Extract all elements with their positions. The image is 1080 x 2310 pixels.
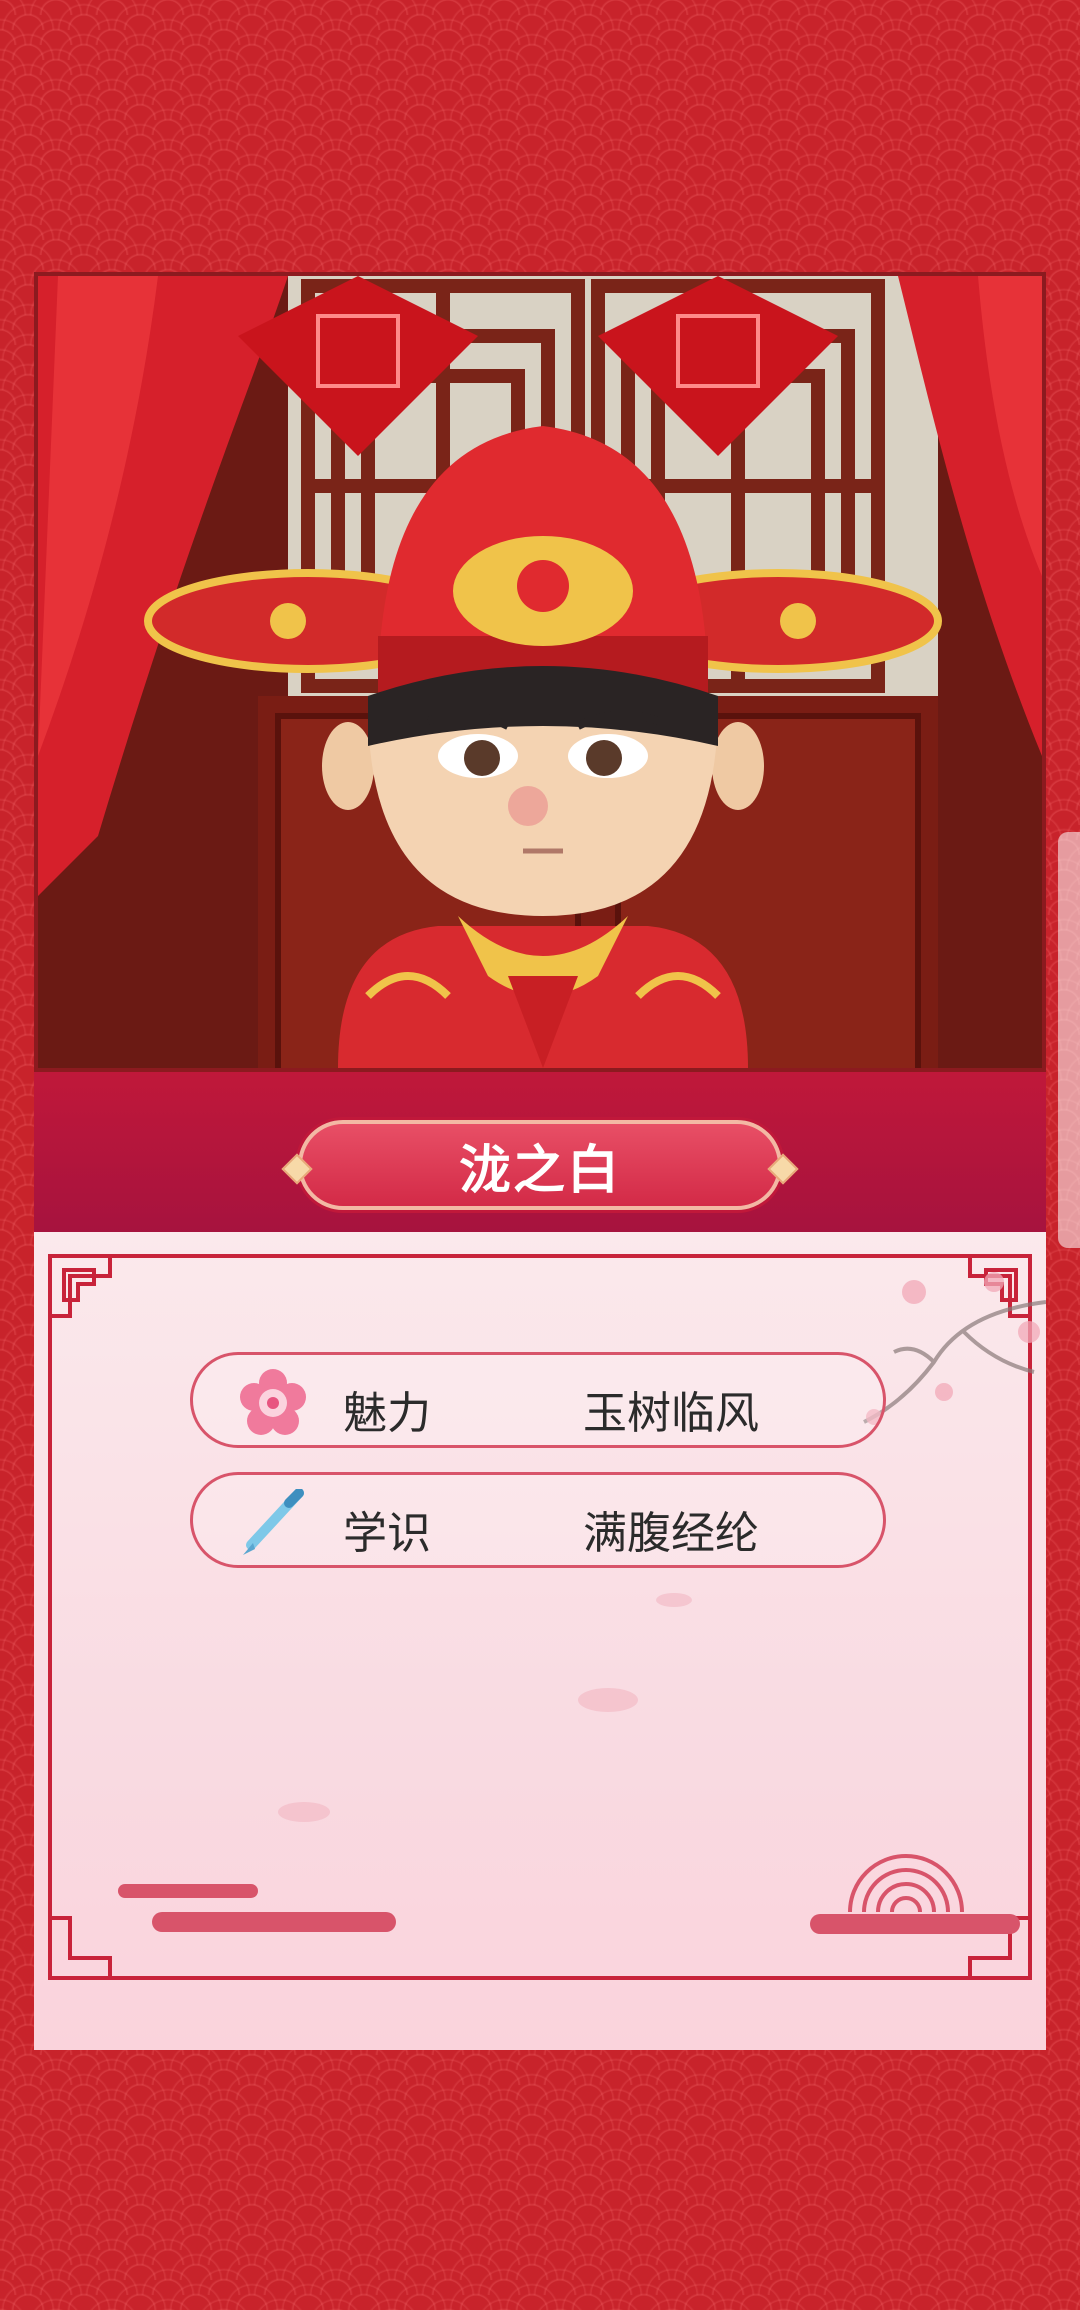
stat-value: 满腹经纶: [583, 1508, 759, 1559]
stat-label: 魅力: [343, 1388, 431, 1439]
character-portrait-scene: [34, 272, 1046, 1072]
character-name-plate: 泷之白: [281, 1120, 799, 1210]
character-name: 泷之白: [458, 1140, 621, 1201]
character-card: 泷之白 魅力 玉树临风 学识 满腹经纶: [34, 272, 1046, 2050]
plum-blossom-icon: [240, 1369, 306, 1435]
stat-value: 玉树临风: [583, 1388, 759, 1439]
stat-row-knowledge: 学识 满腹经纶: [190, 1472, 886, 1568]
stat-label: 学识: [343, 1508, 431, 1559]
stat-row-charm: 魅力 玉树临风: [190, 1352, 886, 1448]
writing-brush-icon: [243, 1489, 304, 1555]
side-handle[interactable]: [1058, 832, 1080, 1248]
